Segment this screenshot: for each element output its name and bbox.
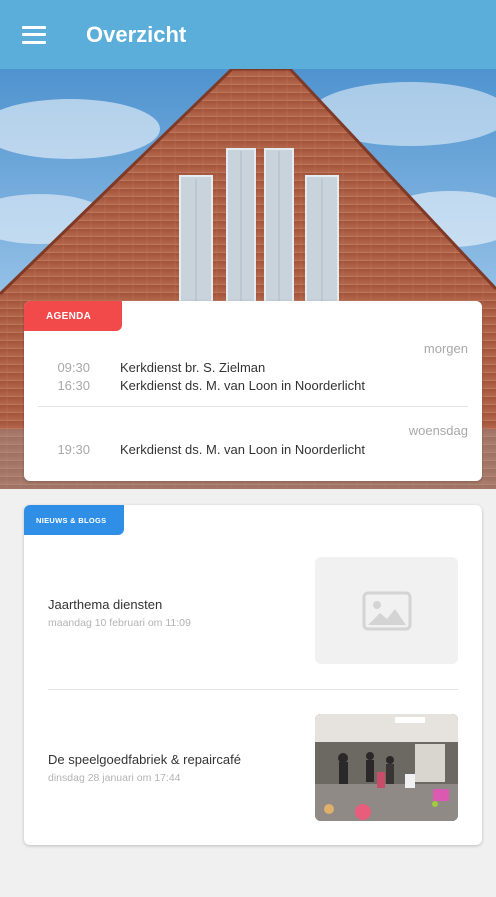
news-title: De speelgoedfabriek & repaircafé: [48, 752, 241, 767]
overview-screen: Overzicht AGENDA morgen 09:30 Kerkdienst…: [0, 0, 496, 897]
news-photo: [315, 714, 458, 821]
app-bar: Overzicht: [0, 0, 496, 69]
news-tag: NIEUWS & BLOGS: [24, 505, 124, 535]
news-date: dinsdag 28 januari om 17:44: [48, 772, 181, 784]
event-title: Kerkdienst ds. M. van Loon in Noorderlic…: [120, 377, 365, 393]
news-item[interactable]: De speelgoedfabriek & repaircafé dinsdag…: [24, 714, 482, 824]
news-date: maandag 10 februari om 11:09: [48, 617, 191, 629]
agenda-event[interactable]: 19:30 Kerkdienst ds. M. van Loon in Noor…: [24, 439, 482, 459]
menu-icon[interactable]: [22, 25, 46, 44]
news-item[interactable]: Jaarthema diensten maandag 10 februari o…: [24, 557, 482, 667]
event-title: Kerkdienst br. S. Zielman: [120, 359, 266, 375]
divider: [38, 406, 468, 407]
page-title: Overzicht: [86, 21, 187, 47]
event-title: Kerkdienst ds. M. van Loon in Noorderlic…: [120, 441, 365, 457]
event-time: 19:30: [57, 441, 90, 457]
news-card: NIEUWS & BLOGS Jaarthema diensten maanda…: [24, 505, 482, 845]
image-placeholder-icon: [315, 557, 458, 664]
agenda-card[interactable]: AGENDA morgen 09:30 Kerkdienst br. S. Zi…: [24, 301, 482, 481]
agenda-event[interactable]: 16:30 Kerkdienst ds. M. van Loon in Noor…: [24, 375, 482, 395]
event-time: 16:30: [57, 377, 90, 393]
divider: [48, 689, 458, 690]
day-label: woensdag: [408, 423, 468, 438]
agenda-tag: AGENDA: [24, 301, 122, 331]
day-label: morgen: [423, 341, 468, 356]
agenda-event[interactable]: 09:30 Kerkdienst br. S. Zielman: [24, 357, 482, 377]
event-time: 09:30: [57, 359, 90, 375]
news-title: Jaarthema diensten: [48, 597, 163, 612]
